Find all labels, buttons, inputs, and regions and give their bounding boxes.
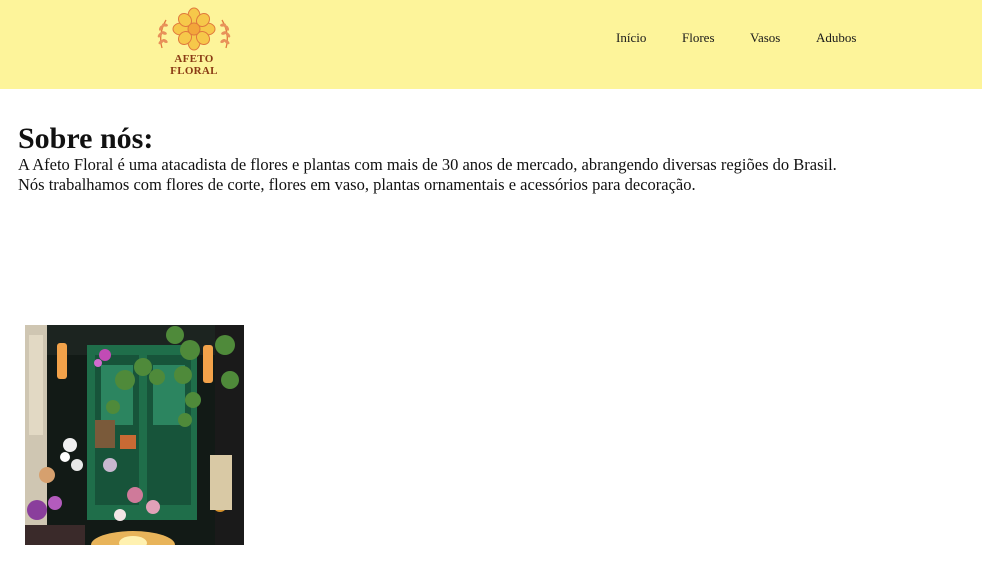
nav-link-adubos[interactable]: Adubos xyxy=(816,30,856,46)
nav-link-vasos[interactable]: Vasos xyxy=(750,30,780,46)
about-title: Sobre nós: xyxy=(18,122,154,155)
flower-shop-image xyxy=(25,325,244,545)
logo[interactable]: AFETO FLORAL xyxy=(152,6,236,77)
about-line-1: A Afeto Floral é uma atacadista de flore… xyxy=(18,155,837,174)
site-header: AFETO FLORAL Início Flores Vasos Adubos xyxy=(0,0,982,89)
logo-text: AFETO FLORAL xyxy=(170,53,218,77)
storefront-photo xyxy=(25,325,244,545)
nav-link-flores[interactable]: Flores xyxy=(682,30,715,46)
about-text: A Afeto Floral é uma atacadista de flore… xyxy=(18,155,837,195)
flower-logo-icon xyxy=(157,7,231,51)
about-line-2: Nós trabalhamos com flores de corte, flo… xyxy=(18,175,696,194)
nav-link-inicio[interactable]: Início xyxy=(616,30,646,46)
